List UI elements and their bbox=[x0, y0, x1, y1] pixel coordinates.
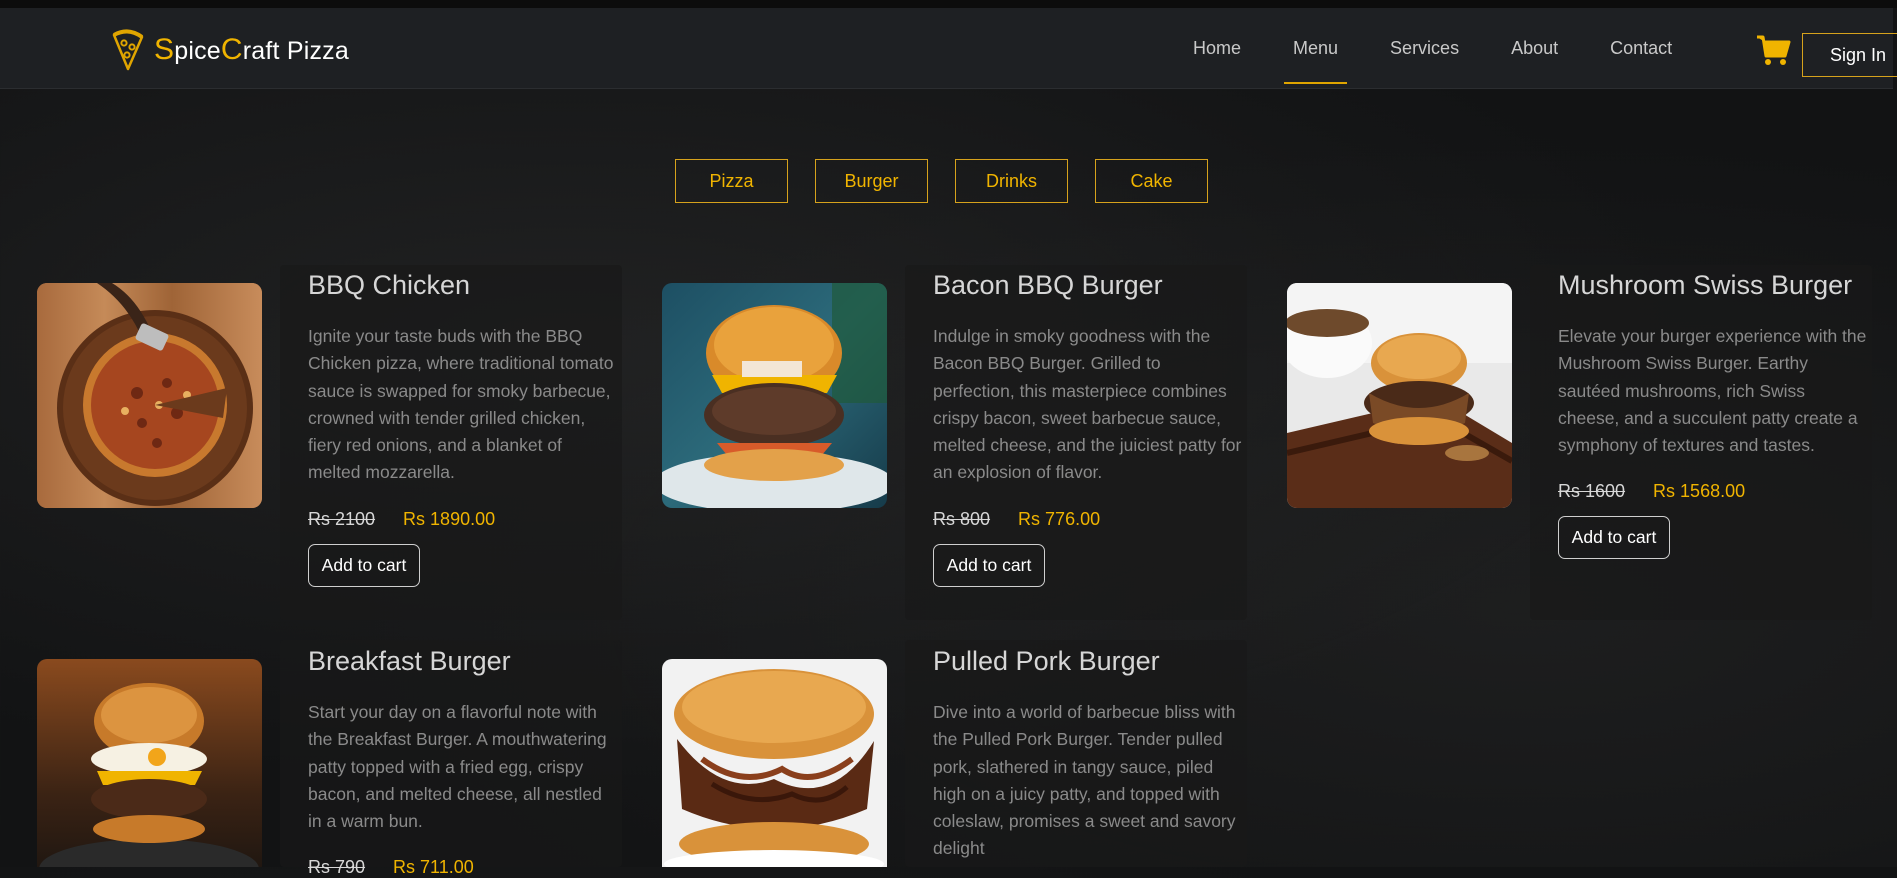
pizza-slice-icon bbox=[112, 29, 144, 71]
add-to-cart-button[interactable]: Add to cart bbox=[1558, 516, 1670, 560]
nav-home[interactable]: Home bbox=[1193, 38, 1241, 68]
shopping-cart-icon[interactable] bbox=[1756, 34, 1792, 66]
item-title: Breakfast Burger bbox=[308, 646, 511, 676]
item-title: Bacon BBQ Burger bbox=[933, 270, 1163, 300]
pulled-pork-burger-photo bbox=[662, 659, 887, 867]
old-price: Rs 1600 bbox=[1558, 481, 1626, 502]
sale-price: Rs 776.00 bbox=[1018, 508, 1101, 529]
mushroom-burger-photo bbox=[1287, 283, 1512, 508]
brand-logo[interactable]: SpiceCraft Pizza bbox=[108, 29, 349, 71]
sign-in-button[interactable]: Sign In bbox=[1802, 33, 1897, 77]
nav-menu[interactable]: Menu bbox=[1284, 38, 1348, 84]
filter-cake[interactable]: Cake bbox=[1095, 159, 1208, 203]
main-nav: Home Menu Services About Contact bbox=[1193, 38, 1724, 84]
sale-price: Rs 1568.00 bbox=[1653, 481, 1746, 502]
pizza-photo bbox=[37, 283, 262, 508]
nav-about[interactable]: About bbox=[1511, 38, 1558, 68]
filter-burger[interactable]: Burger bbox=[815, 159, 928, 203]
nav-contact[interactable]: Contact bbox=[1610, 38, 1672, 68]
navbar: SpiceCraft Pizza Home Menu Services Abou… bbox=[0, 8, 1897, 89]
breakfast-burger-photo bbox=[37, 659, 262, 867]
old-price: Rs 2100 bbox=[308, 508, 376, 529]
sale-price: Rs 1890.00 bbox=[403, 508, 496, 529]
item-description: Ignite your taste buds with the BBQ Chic… bbox=[308, 326, 614, 483]
filter-drinks[interactable]: Drinks bbox=[955, 159, 1068, 203]
item-description: Indulge in smoky goodness with the Bacon… bbox=[933, 326, 1242, 483]
item-description: Start your day on a flavorful note with … bbox=[308, 702, 607, 832]
sale-price: Rs 711.00 bbox=[393, 857, 474, 878]
nav-services[interactable]: Services bbox=[1390, 38, 1459, 68]
filter-pizza[interactable]: Pizza bbox=[675, 159, 788, 203]
old-price: Rs 800 bbox=[933, 508, 991, 529]
add-to-cart-button[interactable]: Add to cart bbox=[933, 543, 1045, 587]
burger-photo bbox=[662, 283, 887, 508]
item-description: Elevate your burger experience with the … bbox=[1558, 326, 1867, 456]
brand-name: SpiceCraft Pizza bbox=[154, 33, 349, 66]
item-description: Dive into a world of barbecue bliss with… bbox=[933, 702, 1236, 859]
item-title: BBQ Chicken bbox=[308, 270, 471, 300]
add-to-cart-button[interactable]: Add to cart bbox=[308, 543, 420, 587]
item-title: Mushroom Swiss Burger bbox=[1558, 270, 1853, 300]
item-title: Pulled Pork Burger bbox=[933, 646, 1160, 676]
category-filters: Pizza Burger Drinks Cake bbox=[675, 159, 1235, 203]
old-price: Rs 790 bbox=[308, 857, 366, 878]
window-top-strip bbox=[0, 0, 1897, 8]
